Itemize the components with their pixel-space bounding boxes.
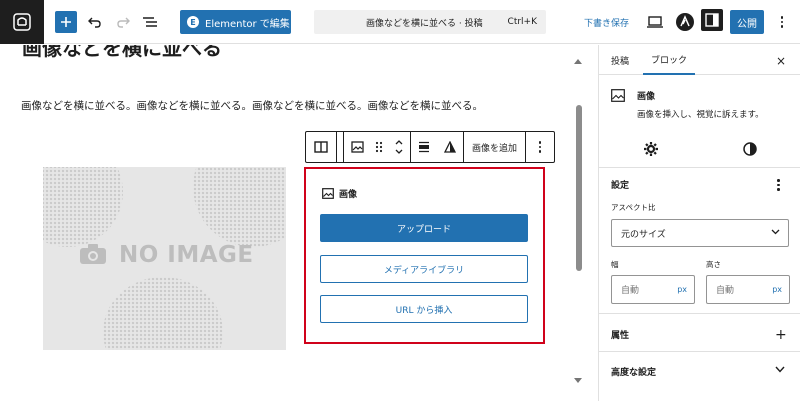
media-library-button[interactable]: メディアライブラリ (320, 255, 528, 283)
scroll-down-icon[interactable] (573, 377, 583, 385)
columns-button[interactable] (306, 132, 336, 162)
divider (599, 313, 800, 314)
add-block-button[interactable] (55, 11, 77, 33)
more-options-icon (780, 16, 784, 28)
undo-button[interactable] (86, 10, 104, 34)
insert-from-url-button[interactable]: URL から挿入 (320, 295, 528, 323)
tab-block[interactable]: ブロック (643, 45, 696, 75)
chevron-down-icon (771, 229, 780, 235)
block-toolbar: 画像を追加 (305, 131, 556, 163)
width-value: 自動 (621, 286, 640, 296)
undo-icon (88, 17, 101, 28)
list-view-icon (143, 17, 157, 27)
half-circle-icon[interactable] (742, 141, 758, 157)
chevron-down-icon[interactable] (775, 366, 785, 373)
more-options-button[interactable] (772, 10, 792, 34)
divider (599, 167, 800, 168)
more-options-icon (538, 141, 542, 153)
scroll-up-icon[interactable] (573, 57, 583, 65)
wordpress-icon[interactable] (0, 0, 44, 44)
height-value: 自動 (716, 286, 735, 296)
preview-icon (647, 16, 663, 28)
width-input[interactable]: 自動 px (611, 275, 695, 304)
preview-button[interactable] (646, 10, 664, 34)
redo-button[interactable] (114, 10, 132, 34)
paragraph-block[interactable]: 画像などを横に並べる。画像などを横に並べる。画像などを横に並べる。画像などを横に… (21, 98, 483, 113)
block-switcher-group (343, 132, 411, 162)
image-block-title: 画像 (339, 190, 358, 200)
align-group (411, 132, 464, 162)
block-options-button[interactable] (526, 132, 554, 162)
aspect-ratio-value: 元のサイズ (621, 229, 666, 240)
gear-icon[interactable] (643, 141, 659, 157)
elementor-label: Elementor で編集 (205, 18, 290, 30)
sidebar-tabs: 投稿 ブロック × (599, 45, 800, 75)
elementor-icon: E (187, 16, 199, 28)
duotone-button[interactable] (437, 132, 463, 162)
editor-window: E Elementor で編集 画像などを横に並べる · 投稿 Ctrl+K 下… (0, 0, 800, 401)
text-color-icon (444, 141, 456, 153)
heading-block[interactable]: 画像などを横に並べる (0, 45, 598, 70)
image-icon (322, 188, 334, 199)
tab-post[interactable]: 投稿 (611, 45, 629, 75)
move-up-down-button[interactable] (388, 132, 410, 162)
settings-toggle-button[interactable] (701, 9, 723, 31)
advanced-section-title[interactable]: 高度な設定 (611, 365, 656, 378)
redo-icon (117, 17, 130, 28)
document-title: 画像などを横に並べる · 投稿 (366, 18, 483, 29)
parent-block-group (306, 132, 337, 162)
drag-handle-icon (375, 141, 383, 153)
align-button[interactable] (411, 132, 437, 162)
add-image-group: 画像を追加 (464, 132, 527, 162)
aspect-ratio-label: アスペクト比 (611, 203, 656, 212)
astra-settings-button[interactable] (676, 10, 694, 34)
aspect-ratio-select[interactable]: 元のサイズ (611, 219, 789, 247)
scrollbar-thumb[interactable] (576, 105, 582, 271)
shortcut-hint: Ctrl+K (507, 17, 537, 27)
no-image-placeholder[interactable]: NO IMAGE (43, 167, 286, 350)
upload-button[interactable]: アップロード (320, 214, 528, 242)
image-icon (611, 89, 625, 102)
drag-handle[interactable] (370, 132, 388, 162)
save-draft-button[interactable]: 下書き保存 (584, 16, 629, 29)
publish-button[interactable]: 公開 (730, 10, 764, 34)
settings-section-title[interactable]: 設定 (611, 178, 629, 191)
block-options-group (526, 132, 554, 162)
command-palette[interactable]: 画像などを横に並べる · 投稿 Ctrl+K (314, 10, 546, 34)
height-unit[interactable]: px (772, 285, 782, 294)
list-view-button[interactable] (140, 10, 160, 34)
settings-icon (705, 13, 719, 27)
edit-with-elementor-button[interactable]: E Elementor で編集 (180, 10, 291, 34)
width-unit[interactable]: px (677, 285, 687, 294)
add-attribute-plus-icon[interactable]: + (775, 327, 787, 343)
height-input[interactable]: 自動 px (706, 275, 790, 304)
attributes-section-title[interactable]: 属性 (611, 328, 629, 341)
image-block-label: 画像 (322, 187, 357, 200)
height-label: 高さ (706, 260, 721, 269)
no-image-text: NO IMAGE (119, 242, 254, 268)
divider (599, 351, 800, 352)
columns-icon (314, 141, 328, 153)
move-up-down-icon (395, 140, 403, 154)
editor-canvas[interactable]: 画像などを横に並べる 画像などを横に並べる。画像などを横に並べる。画像などを横に… (0, 45, 598, 401)
block-card-description: 画像を挿入し、視覚に訴えます。 (637, 110, 764, 120)
top-toolbar: E Elementor で編集 画像などを横に並べる · 投稿 Ctrl+K 下… (0, 0, 800, 44)
image-icon (350, 141, 364, 153)
post-heading: 画像などを横に並べる (22, 45, 222, 60)
add-image-button[interactable]: 画像を追加 (464, 141, 525, 154)
align-icon (419, 141, 429, 153)
block-card-title: 画像 (637, 92, 656, 102)
plus-icon (61, 17, 71, 27)
settings-sidebar: 投稿 ブロック × 画像 画像を挿入し、視覚に訴えます。 設定 アスペクト比 元… (598, 45, 800, 401)
image-block-switcher[interactable] (344, 132, 370, 162)
image-block-placeholder[interactable]: 画像 アップロード メディアライブラリ URL から挿入 (304, 167, 545, 344)
astra-icon (676, 13, 694, 31)
width-label: 幅 (611, 260, 619, 269)
camera-icon (80, 244, 106, 264)
close-icon[interactable]: × (776, 54, 786, 68)
settings-options-button[interactable] (777, 179, 780, 191)
